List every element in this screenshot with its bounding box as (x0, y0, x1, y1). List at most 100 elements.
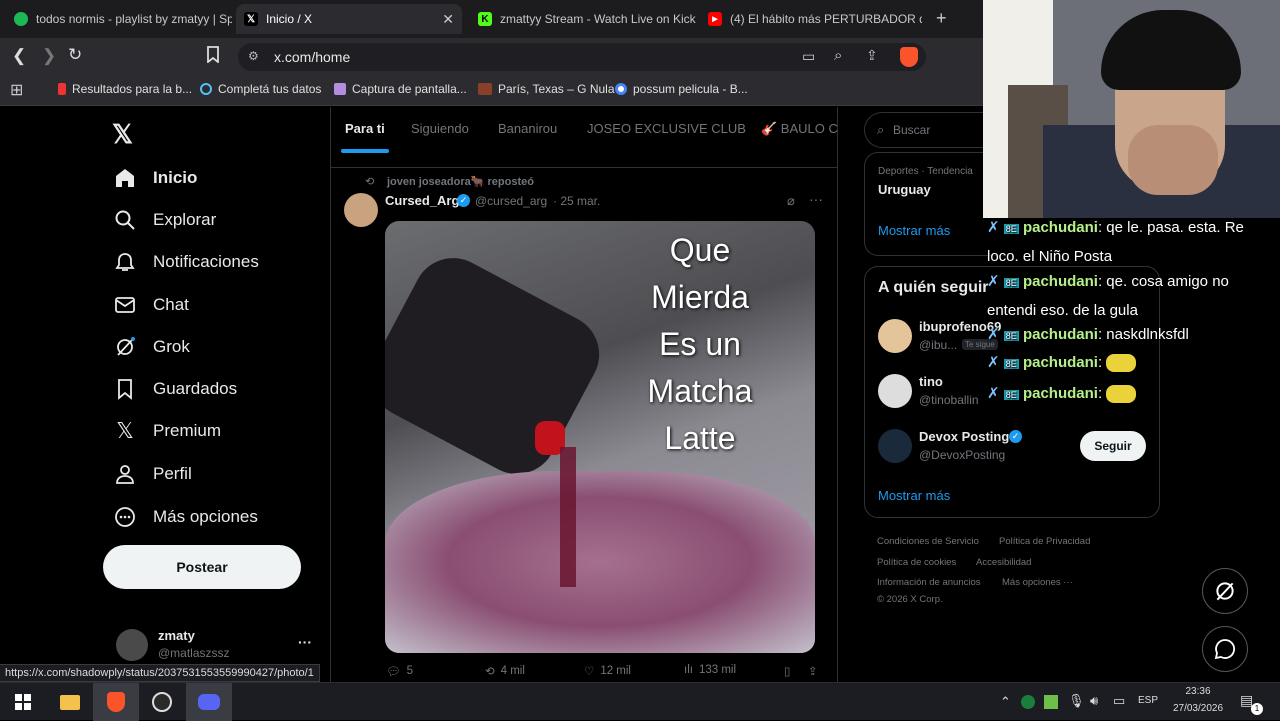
views-button[interactable]: ılı 133 mil (684, 664, 736, 676)
tab-para-ti[interactable]: Para ti (345, 121, 385, 136)
grok-explain-icon[interactable]: ⌀ (787, 193, 795, 209)
tab-title: todos normis - playlist by zmatyy | Sp (36, 12, 232, 26)
circle-icon (200, 83, 212, 95)
tweet-author[interactable]: Cursed_Arg (385, 193, 459, 208)
back-icon[interactable]: ❮ (12, 46, 26, 66)
clock-time[interactable]: 23:36 (1170, 686, 1226, 697)
repost-note: joven joseadora🐂 reposteó (387, 176, 534, 188)
sidebar-item-grok[interactable]: Grok (112, 327, 190, 367)
share-icon[interactable]: ⇪ (866, 47, 878, 64)
reload-icon[interactable]: ↻ (68, 45, 82, 65)
share-tweet-icon[interactable]: ⇪ (808, 664, 818, 678)
clock-date[interactable]: 27/03/2026 (1166, 703, 1230, 714)
bookmark-item[interactable]: Resultados para la b... (58, 82, 192, 96)
file-explorer-icon[interactable] (47, 683, 93, 721)
bookmark-page-icon[interactable] (206, 46, 220, 68)
tab-youtube[interactable]: ▶ (4) El hábito más PERTURBADOR de V (700, 4, 922, 34)
more-circle-icon (112, 504, 138, 530)
bookmark-item[interactable]: possum pelicula - B... (615, 82, 748, 96)
notification-count: 1 (1251, 703, 1263, 715)
bookmark-tweet-icon[interactable]: ▯ (784, 664, 790, 678)
language-indicator[interactable]: ESP (1138, 695, 1158, 706)
windows-start-icon[interactable] (0, 683, 46, 721)
heart-icon: ♡ (584, 666, 595, 678)
bookmark-item[interactable]: Captura de pantalla... (334, 82, 467, 96)
show-more-link[interactable]: Mostrar más (878, 223, 950, 238)
avatar[interactable] (878, 429, 912, 463)
tab-kick[interactable]: K zmattyy Stream - Watch Live on Kick (470, 4, 696, 34)
sidebar-item-chat[interactable]: Chat (112, 285, 189, 325)
tweet-time[interactable]: · 25 mar. (553, 194, 600, 208)
discord-icon[interactable] (186, 683, 232, 721)
tray-app-icon[interactable] (1021, 695, 1035, 709)
microphone-icon[interactable]: 🎙︎ (1068, 693, 1085, 709)
mail-icon (112, 292, 138, 318)
avatar[interactable] (878, 319, 912, 353)
avatar[interactable] (878, 374, 912, 408)
chat-message: ✗ 8E pachudani: (987, 349, 1277, 378)
site-settings-icon[interactable]: ⚙ (248, 49, 259, 63)
sidebar-item-inicio[interactable]: Inicio (112, 158, 197, 198)
footer-link[interactable]: Condiciones de Servicio (877, 536, 979, 547)
url-text[interactable]: x.com/home (274, 49, 350, 65)
avatar[interactable] (116, 629, 148, 661)
sidebar-item-perfil[interactable]: Perfil (112, 454, 192, 494)
sidebar-item-explorar[interactable]: Explorar (112, 200, 216, 240)
hand-shape (1128, 125, 1218, 195)
repost-button[interactable]: ⟲ 4 mil (485, 664, 525, 678)
address-bar[interactable]: ⚙ x.com/home ▭ ⌕ ⇪ (238, 43, 926, 71)
footer-link[interactable]: Política de cookies (877, 557, 956, 568)
reply-icon: 💬︎ (386, 666, 401, 678)
tweet-handle[interactable]: @cursed_arg (475, 194, 547, 208)
bookmark-item[interactable]: París, Texas – G Nula (478, 82, 615, 96)
search-input[interactable]: ⌕ Buscar (864, 112, 983, 148)
tab-joseo[interactable]: JOSEO EXCLUSIVE CLUB (587, 121, 746, 136)
chat-message: ✗ 8E pachudani: qe. cosa amigo no entend… (987, 273, 1229, 319)
new-tab-button[interactable]: + (936, 8, 947, 29)
tray-app-icon[interactable] (1044, 695, 1058, 709)
show-more-link[interactable]: Mostrar más (878, 488, 950, 503)
tab-title: zmattyy Stream - Watch Live on Kick (500, 12, 696, 26)
reply-button[interactable]: 💬︎ 5 (386, 664, 413, 678)
browser-tab-bar: todos normis - playlist by zmatyy | Sp 𝕏… (0, 0, 983, 38)
cast-icon[interactable]: ▭ (802, 48, 815, 65)
tray-expand-icon[interactable]: ⌃ (1000, 694, 1011, 710)
forward-icon[interactable]: ❯ (42, 46, 56, 66)
volume-icon[interactable]: 🔊︎ (1090, 693, 1098, 709)
repost-icon: ⟲ (485, 666, 495, 678)
sidebar-item-notificaciones[interactable]: Notificaciones (112, 242, 259, 282)
search-placeholder: Buscar (893, 123, 931, 137)
bottle-shape (385, 244, 614, 488)
x-logo-icon[interactable]: 𝕏 (112, 119, 133, 150)
main-feed: Para ti Siguiendo Bananirou JOSEO EXCLUS… (331, 107, 845, 682)
like-button[interactable]: ♡ 12 mil (584, 664, 631, 678)
bookmark-item[interactable]: Completá tus datos (200, 82, 321, 96)
account-menu-icon[interactable]: ··· (298, 634, 312, 650)
footer-link[interactable]: Información de anuncios (877, 577, 981, 588)
sidebar-item-premium[interactable]: 𝕏 Premium (112, 411, 221, 451)
bell-icon (112, 249, 138, 275)
tab-baulo[interactable]: 🎸 BAULO CL (761, 121, 845, 137)
tweet-media[interactable]: Que Mierda Es un Matcha Latte (385, 221, 815, 653)
sidebar-item-guardados[interactable]: Guardados (112, 369, 237, 409)
post-button[interactable]: Postear (103, 545, 301, 589)
suggestion-handle: @tinoballin (919, 393, 979, 407)
zoom-icon[interactable]: ⌕ (834, 47, 842, 64)
verified-badge-icon: ✓ (457, 194, 470, 207)
tab-siguiendo[interactable]: Siguiendo (411, 121, 469, 136)
brave-shields-icon[interactable] (900, 47, 918, 67)
tweet-more-icon[interactable]: ··· (809, 191, 823, 207)
brave-browser-icon[interactable] (93, 683, 139, 721)
obs-icon[interactable] (139, 683, 185, 721)
close-tab-icon[interactable]: ✕ (434, 11, 454, 28)
apps-grid-icon[interactable]: ⊞ (10, 80, 23, 100)
suggestion-name[interactable]: tino (919, 374, 943, 389)
trend-name[interactable]: Uruguay (878, 182, 931, 197)
sidebar-item-mas-opciones[interactable]: Más opciones (112, 497, 258, 537)
tab-spotify[interactable]: todos normis - playlist by zmatyy | Sp (6, 4, 232, 34)
network-icon[interactable]: ▭ (1113, 693, 1125, 709)
tab-x-home[interactable]: 𝕏 Inicio / X ✕ (236, 4, 462, 34)
tweet-avatar[interactable] (344, 193, 378, 227)
bookmarks-bar: ⊞ Resultados para la b... Completá tus d… (0, 74, 983, 106)
tab-bananirou[interactable]: Bananirou (498, 121, 557, 136)
